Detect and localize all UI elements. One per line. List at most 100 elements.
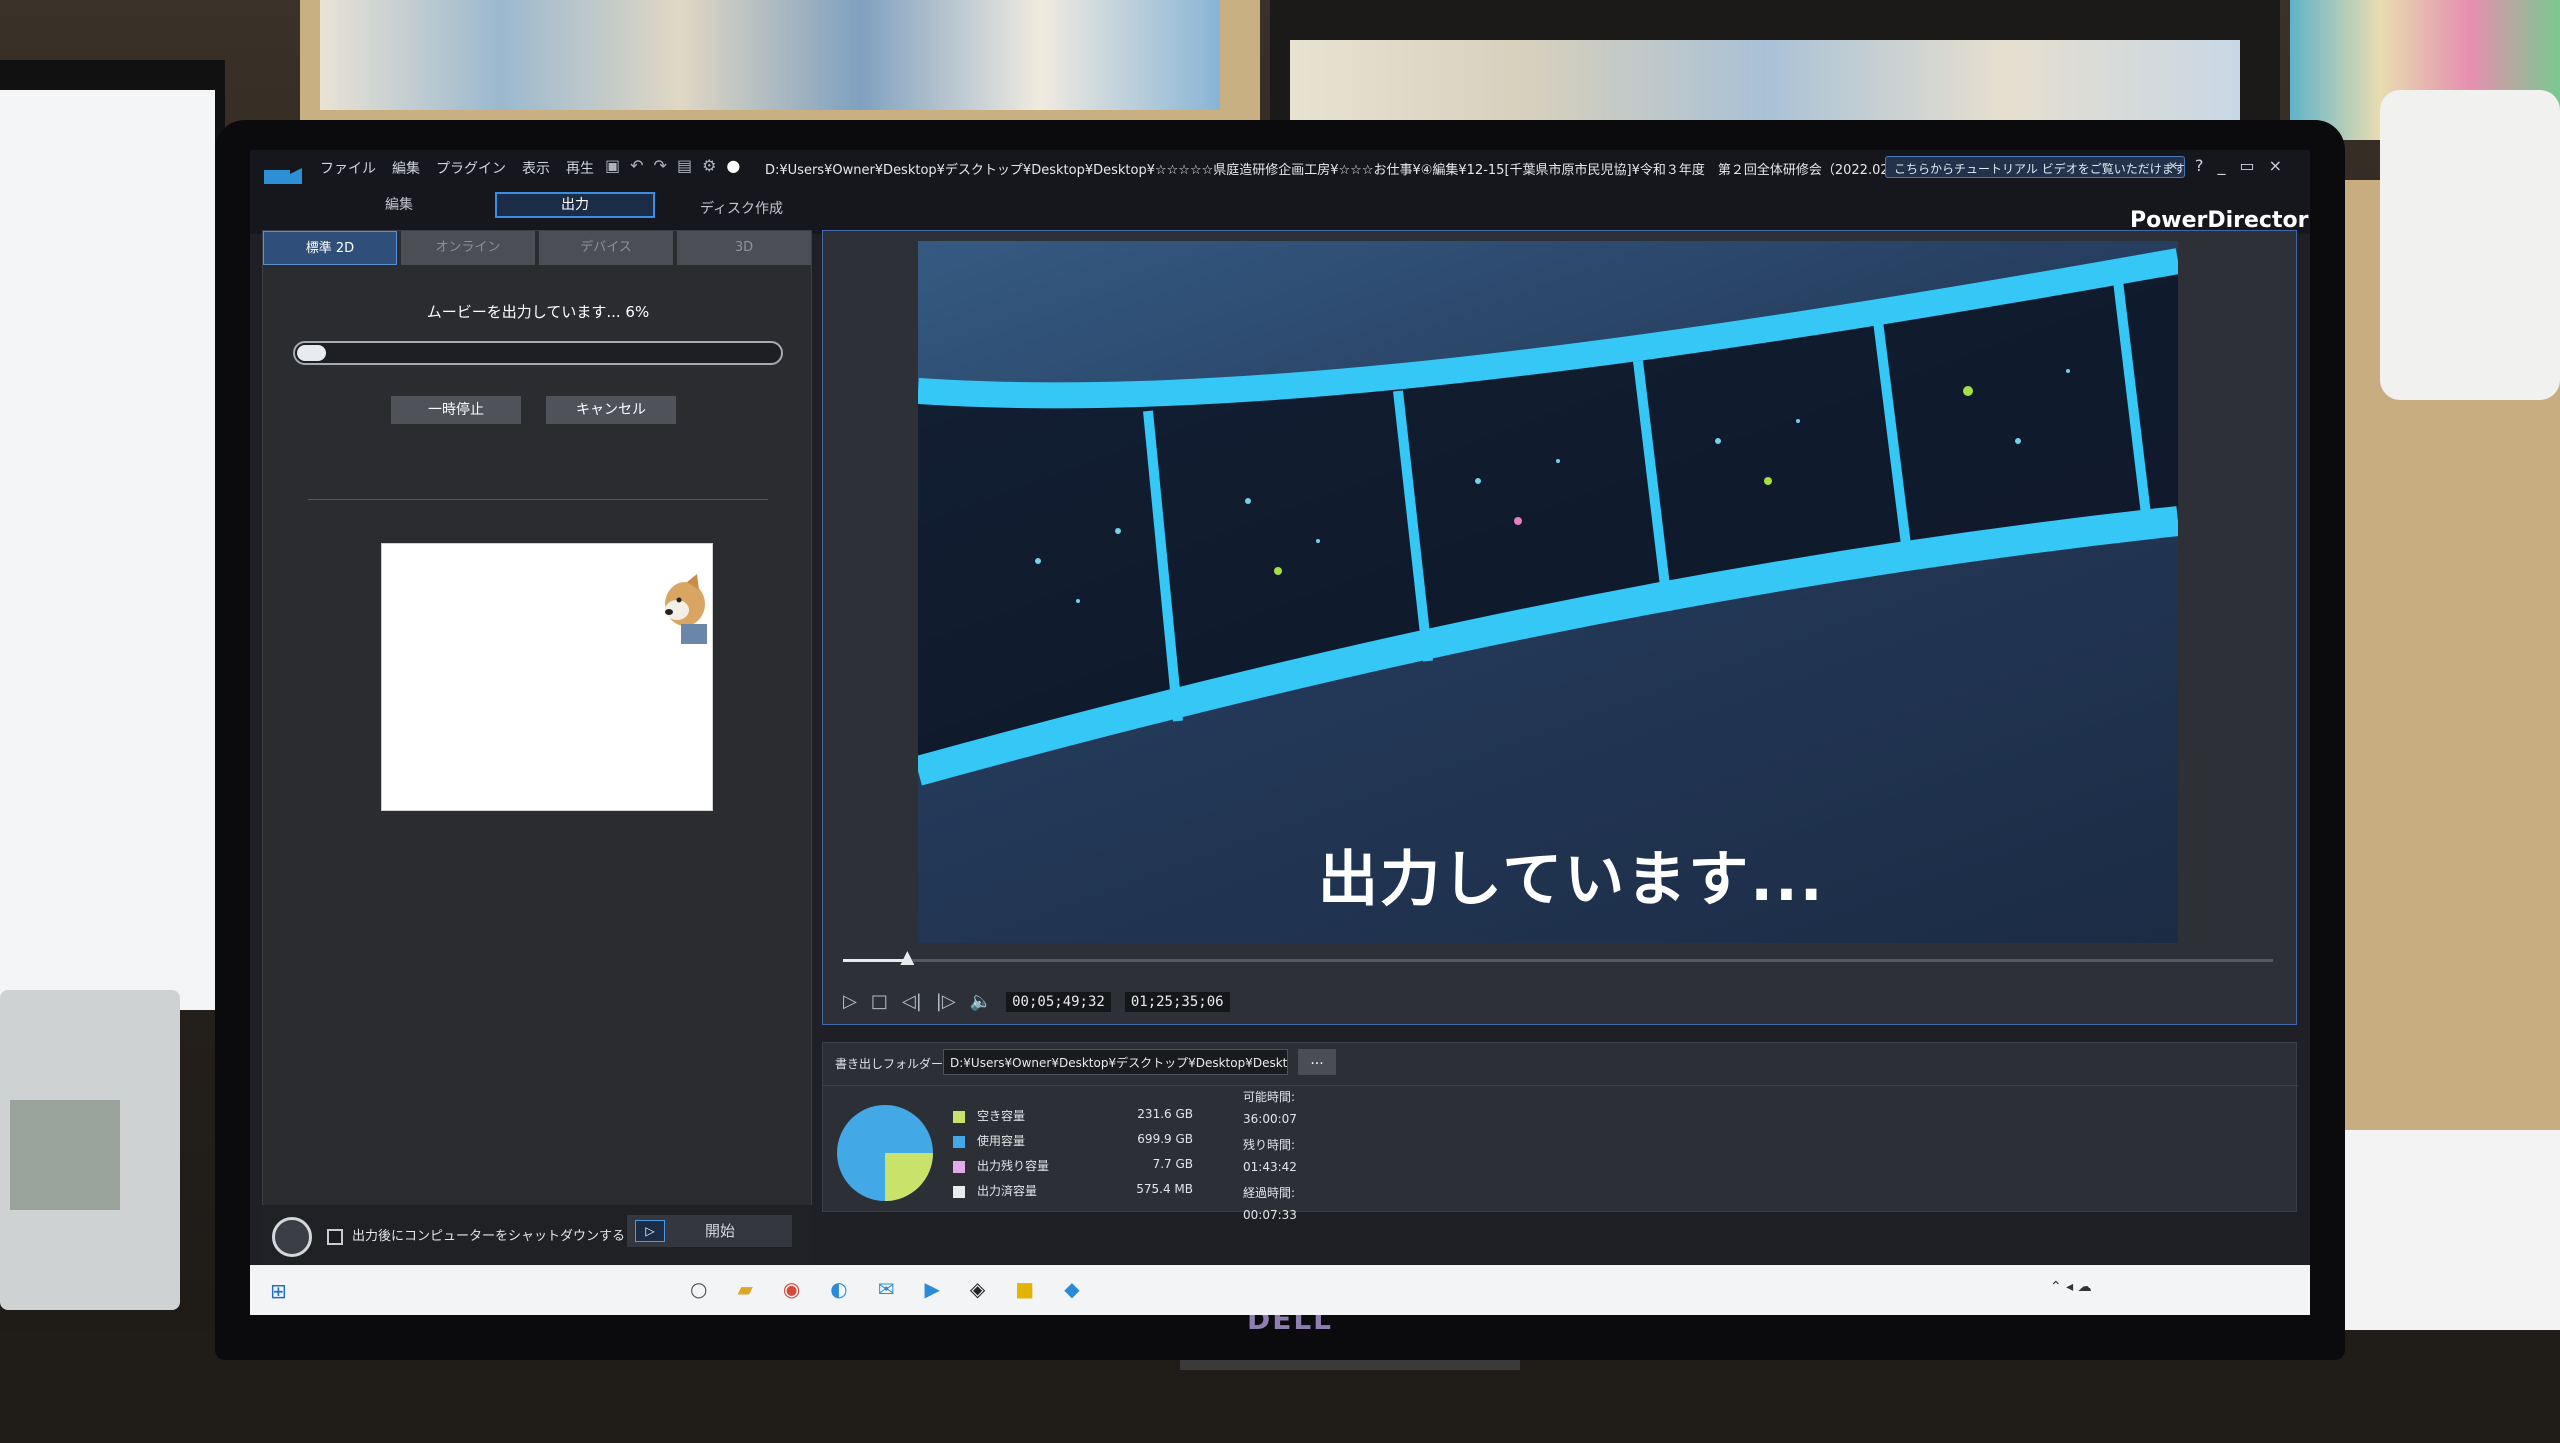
redo-icon[interactable]: ↷ <box>654 156 667 175</box>
taskbar-apps: ○ ▰ ◉ ◐ ✉ ▶ ◈ ■ ◆ <box>690 1277 1080 1301</box>
legend-row: 空き容量 231.6 GB <box>953 1105 1193 1130</box>
progress-label: ムービーを出力しています... 6% <box>426 303 650 321</box>
preview-caption: 出力しています... <box>1318 845 1825 915</box>
mail-icon[interactable]: ✉ <box>878 1277 895 1301</box>
menu-plugins[interactable]: プラグイン <box>436 158 506 178</box>
next-frame-icon[interactable]: |▷ <box>936 991 956 1012</box>
legend-swatch <box>953 1111 965 1123</box>
menu-file[interactable]: ファイル <box>320 158 376 178</box>
browse-folder-button[interactable]: ... <box>1298 1049 1336 1075</box>
desk-clock <box>0 990 180 1310</box>
mode-tab-disc[interactable]: ディスク作成 <box>700 198 783 218</box>
legend-swatch <box>953 1186 965 1198</box>
scrubber-fill <box>843 959 908 962</box>
volume-icon[interactable]: 🔈 <box>970 991 992 1012</box>
pause-button[interactable]: 一時停止 <box>391 396 521 424</box>
desk-phone <box>2380 90 2560 400</box>
preview-video: 出力しています... <box>918 241 2178 943</box>
shutdown-checkbox[interactable] <box>327 1229 343 1245</box>
preview-panel: 出力しています... ▷ □ ◁| |▷ 🔈 00;05;49;32 01;25… <box>822 230 2297 1025</box>
disk-legend: 空き容量 231.6 GB 使用容量 699.9 GB 出力残り容量 7.7 G… <box>953 1105 1193 1205</box>
close-button[interactable]: × <box>2269 156 2282 175</box>
windows-start-icon[interactable]: ⊞ <box>270 1279 287 1303</box>
tutorial-tip[interactable]: こちらからチュートリアル ビデオをご覧いただけます。 ✕ <box>1885 156 2185 178</box>
save-icon[interactable]: ▣ <box>605 156 620 175</box>
available-time-value: 36:00:07 <box>1243 1112 1297 1126</box>
dog-image <box>665 574 707 644</box>
remaining-time-label: 残り時間: <box>1243 1138 1296 1152</box>
timecode-total: 01;25;35;06 <box>1124 991 1230 1012</box>
help-button[interactable]: ? <box>2195 156 2204 175</box>
edge-icon[interactable]: ◐ <box>830 1277 847 1301</box>
title-toolbar: ▣ ↶ ↷ ▤ ⚙ ● <box>605 156 740 175</box>
subtab-standard-2d[interactable]: 標準 2D <box>263 231 397 265</box>
start-label: 開始 <box>705 1222 736 1240</box>
project-path-title: D:¥Users¥Owner¥Desktop¥デスクトップ¥Desktop¥De… <box>765 163 1885 178</box>
legend-row: 使用容量 699.9 GB <box>953 1130 1193 1155</box>
app-icon[interactable]: ■ <box>1015 1277 1034 1301</box>
scrubber-handle[interactable] <box>900 951 915 965</box>
menu-playback[interactable]: 再生 <box>566 158 594 178</box>
legend-name: 出力残り容量 <box>977 1159 1050 1173</box>
tutorial-tip-text: こちらからチュートリアル ビデオをご覧いただけます。 <box>1894 162 2185 176</box>
legend-name: 空き容量 <box>977 1109 1026 1123</box>
play-icon[interactable]: ▷ <box>843 991 857 1012</box>
legend-row: 出力済容量 575.4 MB <box>953 1180 1193 1205</box>
chrome-icon[interactable]: ◉ <box>783 1277 800 1301</box>
stop-icon[interactable]: □ <box>871 991 888 1012</box>
books <box>320 0 1220 110</box>
windows-taskbar: ⊞ ○ ▰ ◉ ◐ ✉ ▶ ◈ ■ ◆ ⌃ ◂ ☁ <box>250 1265 2310 1315</box>
cancel-button[interactable]: キャンセル <box>546 396 676 424</box>
divider <box>308 499 768 500</box>
legend-value: 699.9 GB <box>1137 1132 1193 1146</box>
output-thumbnail <box>381 543 713 811</box>
shutdown-row: 出力後にコンピューターをシャットダウンする ▷ 開始 <box>262 1205 812 1265</box>
aspect-ratio-icon[interactable]: ▤ <box>677 156 692 175</box>
output-info-panel: 書き出しフォルダー: D:¥Users¥Owner¥Desktop¥デスクトップ… <box>822 1042 2298 1222</box>
menu-edit[interactable]: 編集 <box>392 158 420 178</box>
mode-tab-output[interactable]: 出力 <box>495 192 655 218</box>
timeline-scrubber[interactable] <box>843 951 2273 965</box>
mode-bar: 編集 出力 ディスク作成 PowerDirector <box>250 184 2310 234</box>
books <box>1290 40 2240 130</box>
start-button[interactable]: ▷ 開始 <box>627 1215 792 1247</box>
file-explorer-icon[interactable]: ▰ <box>737 1277 752 1301</box>
elapsed-time-value: 00:07:33 <box>1243 1208 1297 1222</box>
second-monitor <box>0 60 225 1010</box>
settings-gear-icon[interactable]: ⚙ <box>702 156 716 175</box>
progress-bar <box>293 341 783 365</box>
time-info: 可能時間: 36:00:07 残り時間: 01:43:42 経過時間: 00:0… <box>1243 1088 1443 1232</box>
output-folder-label: 書き出しフォルダー: <box>835 1057 948 1071</box>
restore-button[interactable]: ▭ <box>2240 156 2255 175</box>
drawer-box <box>2340 1130 2560 1350</box>
output-type-tabs: 標準 2D オンライン デバイス 3D <box>263 231 813 265</box>
title-bar: ファイル 編集 プラグイン 表示 再生 ▣ ↶ ↷ ▤ ⚙ ● D:¥Users… <box>250 150 2310 190</box>
legend-value: 7.7 GB <box>1152 1157 1193 1171</box>
app-icon[interactable]: ◆ <box>1064 1277 1079 1301</box>
loading-spinner-icon <box>272 1217 312 1257</box>
close-icon[interactable]: ✕ <box>2168 159 2178 173</box>
subtab-3d[interactable]: 3D <box>677 231 811 265</box>
subtab-online[interactable]: オンライン <box>401 231 535 265</box>
powerdirector-icon[interactable]: ▶ <box>925 1277 940 1301</box>
subtab-device[interactable]: デバイス <box>539 231 673 265</box>
legend-value: 231.6 GB <box>1137 1107 1193 1121</box>
window-controls: ? _ ▭ × <box>2195 156 2282 175</box>
second-monitor-screen <box>0 90 215 1010</box>
output-settings-panel: 標準 2D オンライン デバイス 3D ムービーを出力しています... 6% 一… <box>262 230 812 1280</box>
undo-icon[interactable]: ↶ <box>630 156 643 175</box>
app-icon[interactable]: ◈ <box>970 1277 985 1301</box>
legend-swatch <box>953 1161 965 1173</box>
shutdown-label: 出力後にコンピューターをシャットダウンする <box>352 1229 626 1244</box>
minimize-button[interactable]: _ <box>2218 156 2226 175</box>
search-icon[interactable]: ○ <box>690 1277 707 1301</box>
previous-frame-icon[interactable]: ◁| <box>902 991 922 1012</box>
legend-name: 使用容量 <box>977 1134 1026 1148</box>
mode-tab-edit[interactable]: 編集 <box>385 194 413 214</box>
progress-fill <box>297 345 326 361</box>
playback-controls: ▷ □ ◁| |▷ 🔈 00;05;49;32 01;25;35;06 <box>843 991 1230 1012</box>
elapsed-time-label: 経過時間: <box>1243 1186 1296 1200</box>
menu-view[interactable]: 表示 <box>522 158 550 178</box>
project-indicator-icon: ● <box>726 156 741 175</box>
output-folder-field[interactable]: D:¥Users¥Owner¥Desktop¥デスクトップ¥Desktop¥De… <box>943 1049 1288 1075</box>
